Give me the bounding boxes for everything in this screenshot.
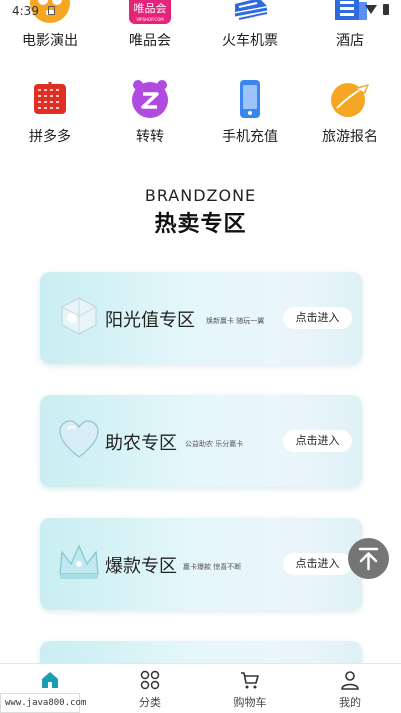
grid-label: 电影演出 bbox=[22, 33, 78, 49]
brand-zone-english-title: BRANDZONE bbox=[144, 186, 257, 205]
phone-recharge-icon bbox=[240, 80, 260, 118]
grid-label: 旅游报名 bbox=[322, 129, 378, 145]
nav-label: 分类 bbox=[139, 696, 161, 709]
zone-subtitle: 公益助农 乐分赢卡 bbox=[185, 440, 244, 448]
enter-zone-button[interactable]: 点击进入 bbox=[283, 307, 352, 329]
grid-item-phone-recharge[interactable]: 手机充值 bbox=[200, 78, 300, 148]
grid-label: 手机充值 bbox=[222, 129, 278, 145]
grid-item-zhuanzhuan[interactable]: 转转 bbox=[100, 78, 200, 148]
zone-subtitle: 焕新赢卡 随玩一翼 bbox=[206, 317, 265, 325]
zone-title: 阳光值专区 bbox=[105, 310, 195, 331]
nav-cart[interactable]: 购物车 bbox=[200, 664, 300, 713]
gem-cube-icon bbox=[61, 297, 97, 335]
grid-label: 火车机票 bbox=[222, 33, 278, 49]
battery-icon bbox=[383, 4, 389, 15]
nav-label: 我的 bbox=[339, 696, 361, 709]
nav-category[interactable]: 分类 bbox=[100, 664, 200, 713]
grid-item-travel[interactable]: 旅游报名 bbox=[300, 78, 400, 148]
service-grid-row-2: 拼多多 转转 手机充值 旅游报名 bbox=[0, 78, 401, 148]
cart-icon bbox=[241, 672, 259, 689]
category-icon bbox=[140, 670, 160, 690]
zone-subtitle: 赢卡爆款 惊喜不断 bbox=[183, 563, 242, 571]
status-time: 4:39 bbox=[12, 4, 39, 18]
grid-label: 拼多多 bbox=[29, 129, 71, 145]
enter-zone-button[interactable]: 点击进入 bbox=[283, 430, 352, 452]
sim-icon bbox=[48, 6, 55, 15]
zone-card-hot-items[interactable]: 爆款专区 赢卡爆款 惊喜不断 点击进入 bbox=[40, 518, 362, 610]
grid-label: 转转 bbox=[136, 129, 164, 145]
grid-label: 酒店 bbox=[336, 33, 364, 49]
watermark-text: www.java800.com bbox=[0, 693, 86, 713]
zone-title: 爆款专区 bbox=[105, 556, 177, 577]
grid-label: 唯品会 bbox=[129, 33, 171, 49]
zone-card-sunshine[interactable]: 阳光值专区 焕新赢卡 随玩一翼 点击进入 bbox=[40, 272, 362, 364]
travel-icon bbox=[331, 83, 369, 117]
zone-title: 助农专区 bbox=[105, 433, 177, 454]
pinduoduo-icon bbox=[34, 82, 66, 114]
zone-card-agriculture[interactable]: 助农专区 公益助农 乐分赢卡 点击进入 bbox=[40, 395, 362, 487]
back-to-top-button[interactable] bbox=[348, 538, 389, 579]
nav-me[interactable]: 我的 bbox=[300, 664, 400, 713]
crown-icon bbox=[59, 544, 99, 579]
user-icon bbox=[341, 671, 359, 690]
home-icon bbox=[42, 672, 58, 688]
zhuanzhuan-icon bbox=[132, 80, 168, 118]
grid-item-pinduoduo[interactable]: 拼多多 bbox=[0, 78, 100, 148]
heart-gem-icon bbox=[59, 420, 99, 458]
enter-zone-button[interactable]: 点击进入 bbox=[283, 553, 352, 575]
brand-zone-title: 热卖专区 bbox=[154, 212, 247, 237]
nav-label: 购物车 bbox=[233, 696, 267, 709]
arrow-up-icon bbox=[358, 547, 379, 571]
wifi-icon bbox=[365, 5, 377, 14]
status-bar: 4:39 bbox=[0, 0, 401, 22]
